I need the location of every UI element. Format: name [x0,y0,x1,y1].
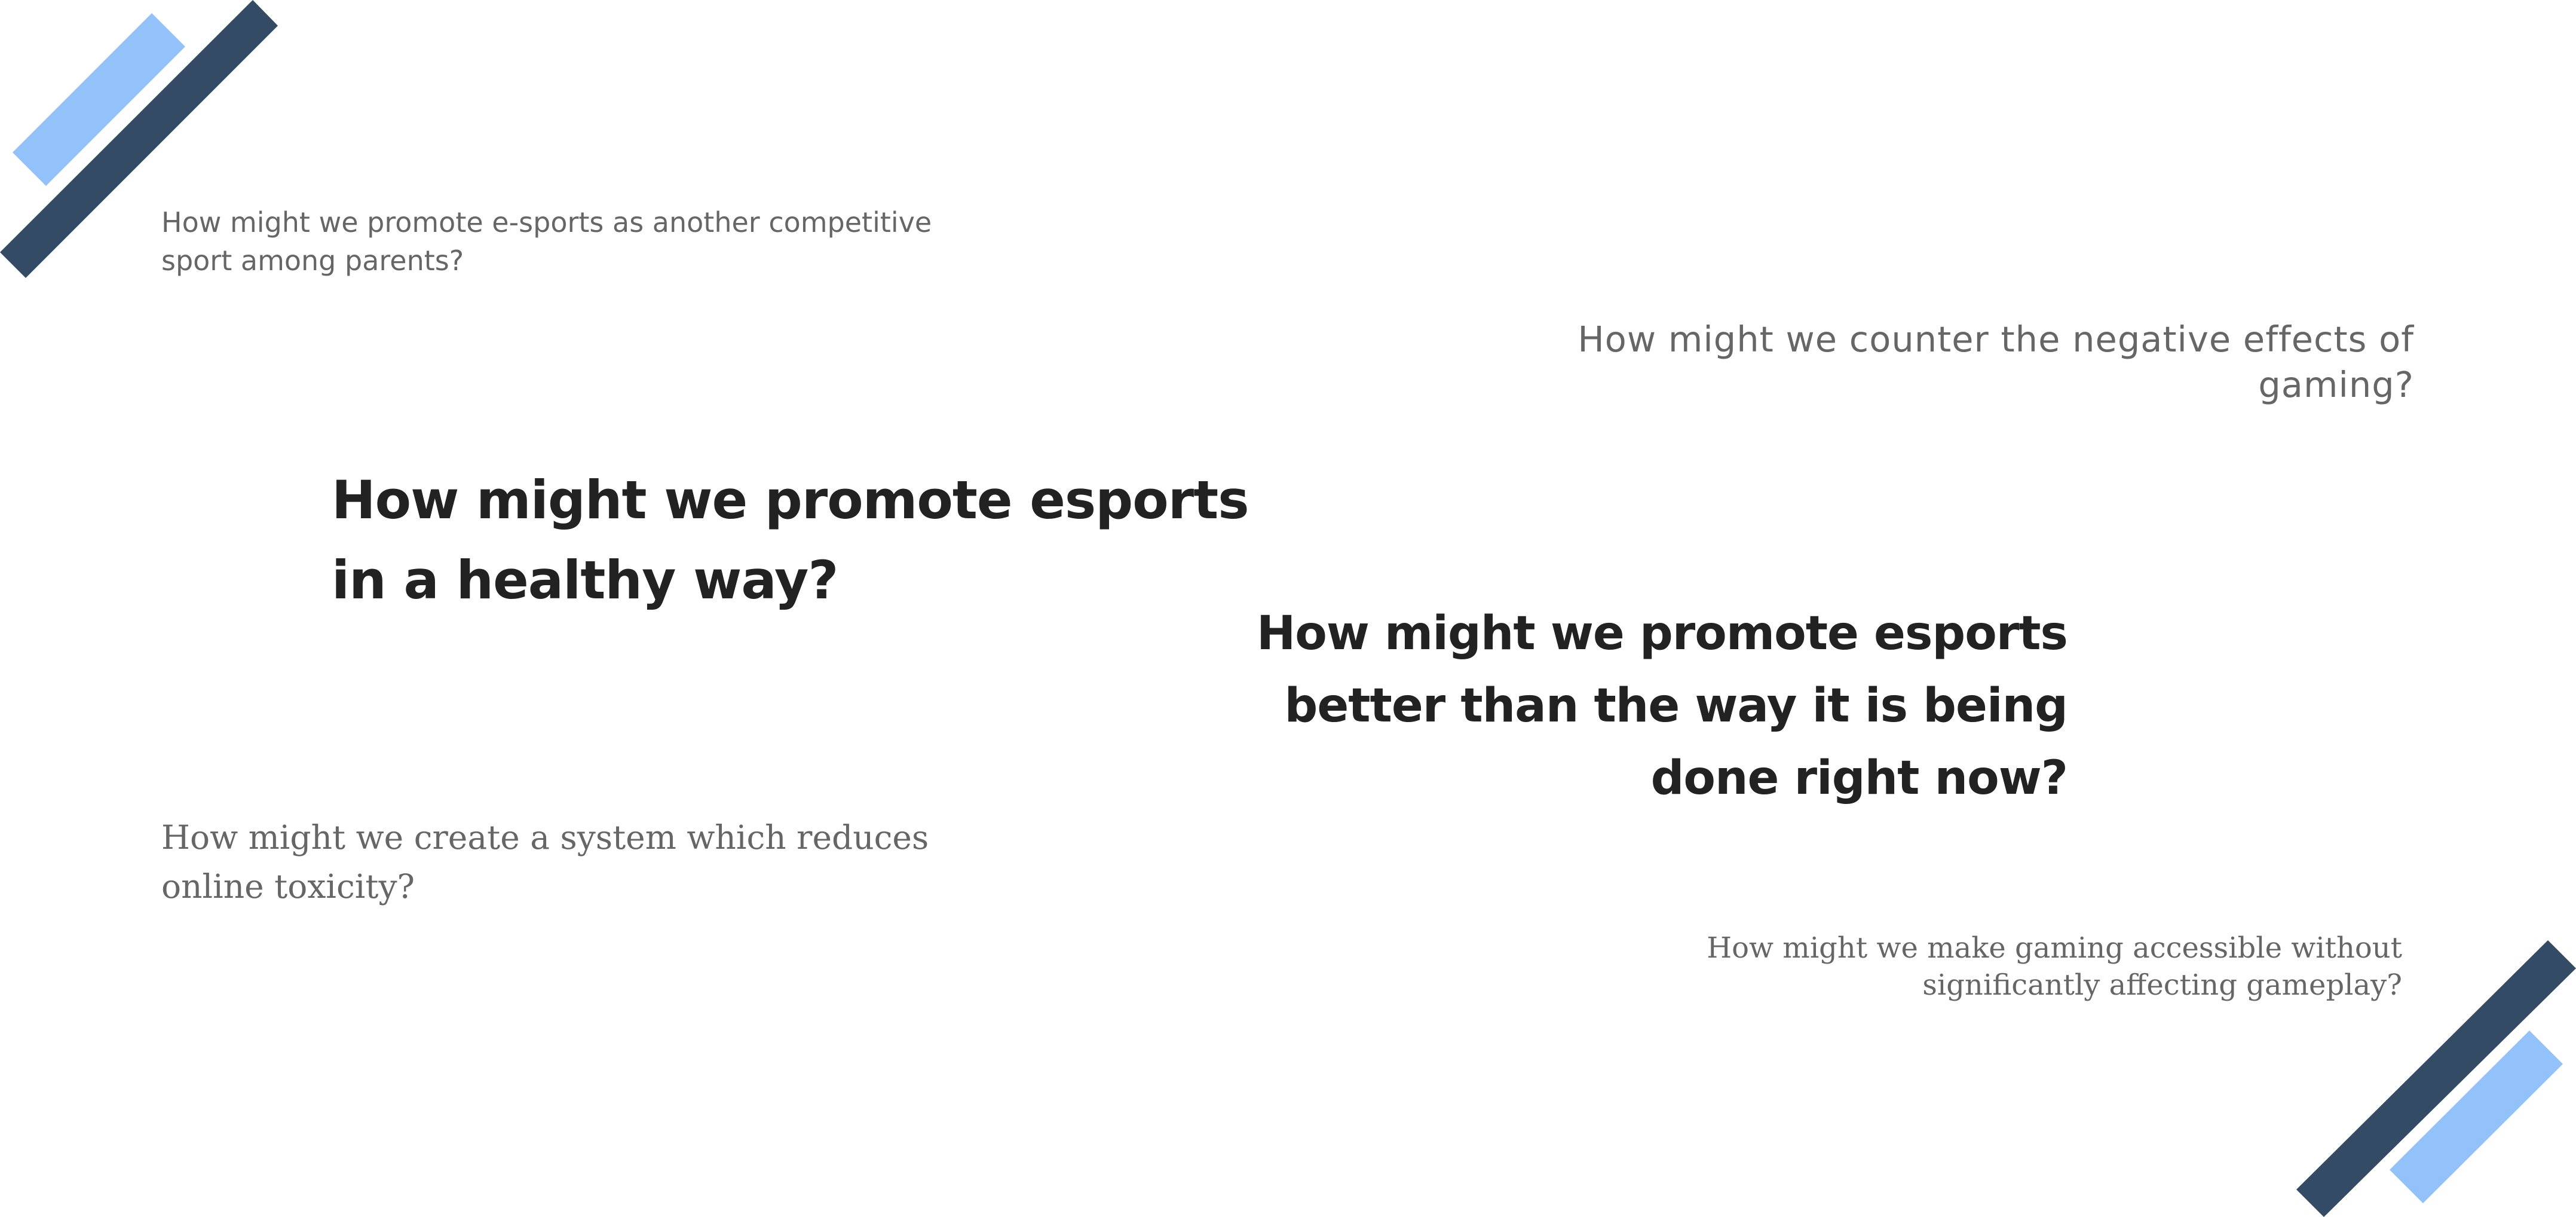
question-healthy-way: How might we promote esports in a health… [332,469,1249,611]
question-esports-parents: How might we promote e-sports as another… [161,206,932,277]
question-online-toxicity: How might we create a system which reduc… [161,818,929,906]
question-accessible-gaming: How might we make gaming accessible with… [1707,931,2402,1002]
question-negative-effects: How might we counter the negative effect… [1578,319,2414,405]
question-better-way: How might we promote esports better than… [1256,607,2068,805]
